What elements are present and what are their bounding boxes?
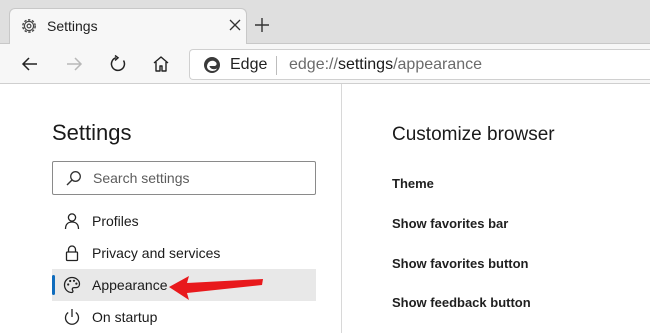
tab-strip: Settings xyxy=(0,0,650,44)
sidebar-title: Settings xyxy=(52,120,132,145)
edge-logo-icon xyxy=(203,56,221,74)
tab-title: Settings xyxy=(47,18,98,34)
url-host: settings xyxy=(337,56,394,73)
url-path: /appearance xyxy=(393,56,483,73)
refresh-icon[interactable] xyxy=(108,54,128,74)
address-bar[interactable]: Edge edge://settings/appearance xyxy=(189,49,650,80)
tab-settings[interactable]: Settings xyxy=(9,8,247,44)
address-separator xyxy=(276,56,277,75)
lock-icon xyxy=(63,244,81,262)
settings-page: Settings Profiles xyxy=(0,84,650,333)
search-box[interactable] xyxy=(52,161,316,195)
palette-icon xyxy=(63,276,81,294)
browser-label: Edge xyxy=(230,56,268,73)
forward-icon[interactable] xyxy=(64,54,84,74)
back-icon[interactable] xyxy=(20,54,40,74)
search-icon xyxy=(65,170,82,187)
pane-divider xyxy=(341,84,342,333)
close-icon[interactable] xyxy=(228,18,242,32)
option-show-feedback-button: Show feedback button xyxy=(392,295,531,310)
sidebar-item-privacy[interactable]: Privacy and services xyxy=(52,237,316,269)
annotation-arrow-icon xyxy=(165,270,265,302)
search-input[interactable] xyxy=(93,169,303,187)
url-scheme: edge:// xyxy=(289,56,338,73)
home-icon[interactable] xyxy=(151,54,171,74)
person-icon xyxy=(63,212,81,230)
power-icon xyxy=(63,308,81,326)
sidebar-item-label: Profiles xyxy=(92,213,139,229)
gear-icon xyxy=(20,17,38,35)
sidebar-item-label: Appearance xyxy=(92,277,168,293)
option-show-favorites-bar: Show favorites bar xyxy=(392,216,509,231)
url-text[interactable]: edge://settings/appearance xyxy=(289,56,482,74)
sidebar-item-label: Privacy and services xyxy=(92,245,221,261)
navigation-toolbar: Edge edge://settings/appearance xyxy=(0,44,650,84)
sidebar-item-profiles[interactable]: Profiles xyxy=(52,205,316,237)
sidebar-item-on-startup[interactable]: On startup xyxy=(52,301,316,333)
new-tab-button[interactable] xyxy=(254,17,270,33)
option-theme: Theme xyxy=(392,176,434,191)
sidebar-item-label: On startup xyxy=(92,309,158,325)
option-show-favorites-button: Show favorites button xyxy=(392,256,529,271)
section-title: Customize browser xyxy=(392,124,555,145)
